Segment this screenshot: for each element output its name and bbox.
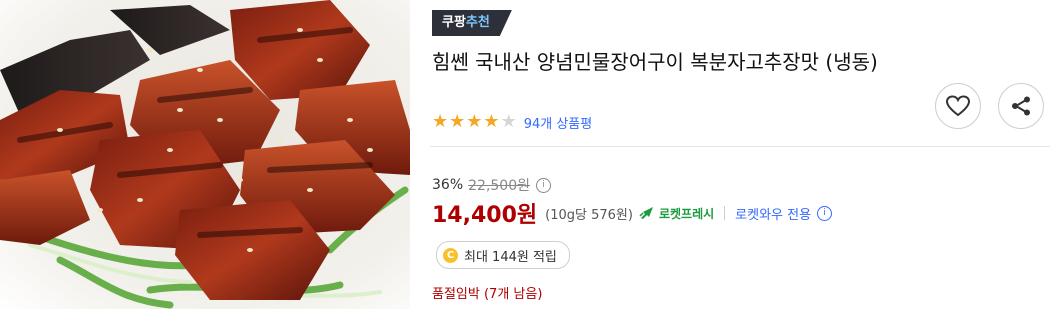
rocket-fresh-label: 로켓프레시 (658, 206, 715, 221)
unit-price: (10g당 576원) (545, 207, 633, 223)
info-icon[interactable]: i (817, 205, 833, 221)
star-icon: ★ (466, 111, 483, 132)
star-icon: ★ (483, 111, 500, 132)
badge-suffix: 추천 (465, 15, 490, 30)
grilled-eel-illustration (0, 0, 410, 309)
original-price: 22,500원 (468, 178, 530, 194)
wishlist-button[interactable] (935, 83, 981, 129)
rating-row[interactable]: ★ ★ ★ ★ ★ 94개 상품평 (432, 112, 592, 132)
heart-icon (946, 95, 970, 117)
rocket-icon (639, 207, 653, 219)
discount-rate: 36% (432, 177, 464, 193)
product-image[interactable] (0, 0, 410, 309)
share-icon (1012, 96, 1030, 116)
low-stock-notice: 품절임박 (7개 남음) (432, 287, 543, 302)
section-divider (430, 146, 1050, 147)
star-icon: ★ (500, 111, 517, 132)
star-icon: ★ (449, 111, 466, 132)
coin-icon: C (443, 247, 458, 263)
rocket-fresh-badge: 로켓프레시 (639, 205, 714, 222)
reward-points-text: 최대 144원 적립 (464, 249, 557, 265)
coupang-recommend-badge: 쿠팡추천 (432, 10, 512, 36)
star-icon: ★ (432, 111, 449, 132)
product-title: 힘쎈 국내산 양념민물장어구이 복분자고추장맛 (냉동) (432, 50, 878, 74)
discount-row: 36% 22,500원 i (432, 176, 551, 194)
badge-prefix: 쿠팡 (442, 15, 466, 30)
review-count-link[interactable]: 94개 상품평 (524, 113, 593, 132)
info-icon[interactable]: i (536, 177, 551, 193)
separator (724, 206, 726, 220)
product-info-panel: 쿠팡추천 힘쎈 국내산 양념민물장어구이 복분자고추장맛 (냉동) ★ ★ ★ … (430, 0, 1060, 309)
price-row: 14,400원 (10g당 576원) 로켓프레시 로켓와우 전용 i (432, 196, 833, 230)
sale-price: 14,400원 (432, 203, 538, 228)
rocket-wow-only-label: 로켓와우 전용 (735, 207, 812, 223)
reward-points-chip: C 최대 144원 적립 (436, 241, 570, 269)
share-button[interactable] (998, 83, 1044, 129)
